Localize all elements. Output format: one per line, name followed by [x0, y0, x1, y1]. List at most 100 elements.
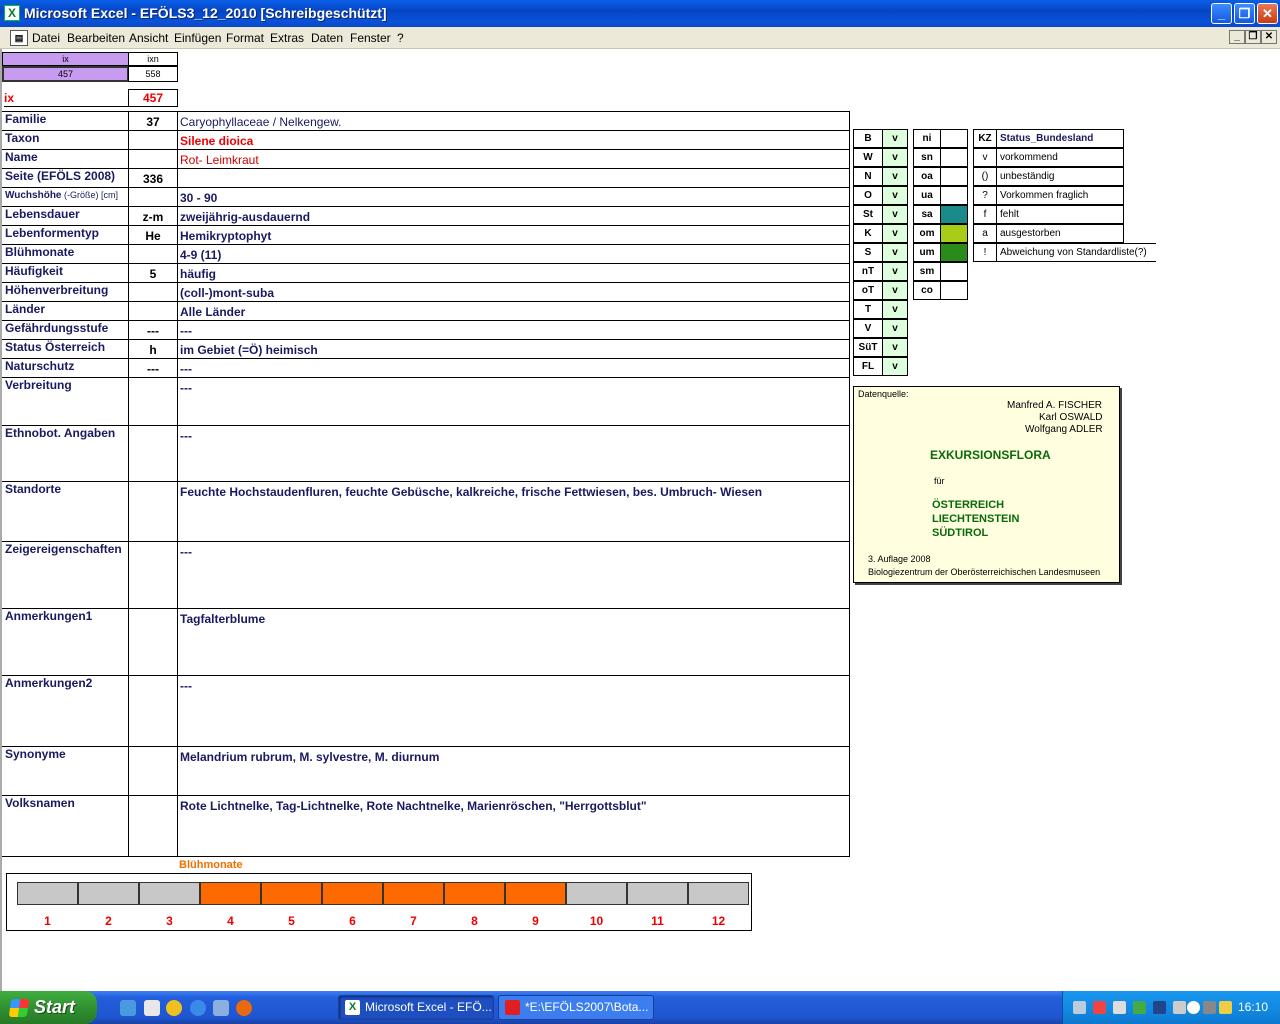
quicklaunch-ie-icon[interactable] — [190, 1000, 206, 1016]
quicklaunch-explorer-icon[interactable] — [144, 1000, 160, 1016]
row-label[interactable]: Zeigereigenschaften — [2, 541, 129, 609]
row-value[interactable] — [177, 168, 850, 188]
row-label[interactable]: Lebensdauer — [2, 206, 129, 226]
state-value[interactable]: v — [882, 186, 908, 205]
region-code[interactable]: ni — [913, 129, 941, 148]
region-swatch[interactable] — [940, 129, 968, 148]
region-swatch[interactable] — [940, 148, 968, 167]
row-label[interactable]: Synonyme — [2, 746, 129, 796]
region-code[interactable]: co — [913, 281, 941, 300]
region-code[interactable]: ua — [913, 186, 941, 205]
state-value[interactable]: v — [882, 205, 908, 224]
row-value[interactable]: Hemikryptophyt — [177, 225, 850, 245]
row-code[interactable] — [128, 301, 178, 321]
row-code[interactable]: z-m — [128, 206, 178, 226]
row-code[interactable] — [128, 481, 178, 542]
row-code[interactable]: h — [128, 339, 178, 359]
state-code[interactable]: B — [853, 129, 883, 148]
state-value[interactable]: v — [882, 148, 908, 167]
row-value[interactable]: --- — [177, 541, 850, 609]
state-value[interactable]: v — [882, 338, 908, 357]
usb-icon[interactable] — [1203, 1001, 1216, 1014]
menu-ansicht[interactable]: Ansicht — [129, 31, 168, 45]
region-swatch[interactable] — [940, 281, 968, 300]
updates-icon[interactable] — [1219, 1001, 1232, 1014]
row-code[interactable] — [128, 187, 178, 207]
row-value[interactable]: Silene dioica — [177, 130, 850, 150]
state-value[interactable]: v — [882, 281, 908, 300]
state-value[interactable]: v — [882, 243, 908, 262]
state-code[interactable]: S — [853, 243, 883, 262]
worksheet[interactable]: ix ixn 457 558 ix 457 Familie 37 Caryophyl… — [0, 49, 1280, 991]
region-swatch[interactable] — [940, 186, 968, 205]
start-button[interactable]: Start — [0, 991, 97, 1024]
shield-icon[interactable] — [1153, 1001, 1166, 1014]
state-code[interactable]: FL — [853, 357, 883, 376]
state-code[interactable]: SüT — [853, 338, 883, 357]
ix-value-cell[interactable]: 457 — [2, 66, 129, 82]
quicklaunch-desktop-icon[interactable] — [120, 1000, 136, 1016]
row-code[interactable]: --- — [128, 358, 178, 378]
state-value[interactable]: v — [882, 300, 908, 319]
row-label[interactable]: Seite (EFÖLS 2008) — [2, 168, 129, 188]
row-label[interactable]: Blühmonate — [2, 244, 129, 264]
row-label[interactable]: Anmerkungen1 — [2, 608, 129, 676]
row-label[interactable]: Gefährdungsstufe — [2, 320, 129, 340]
row-label[interactable]: Taxon — [2, 130, 129, 150]
row-value[interactable]: Feuchte Hochstaudenfluren, feuchte Gebüs… — [177, 481, 850, 542]
row-label[interactable]: Standorte — [2, 481, 129, 542]
row-code[interactable]: --- — [128, 320, 178, 340]
row-code[interactable] — [128, 130, 178, 150]
ix-big-value[interactable]: 457 — [128, 89, 178, 107]
row-value[interactable]: zweijährig-ausdauernd — [177, 206, 850, 226]
row-label[interactable]: Verbreitung — [2, 377, 129, 426]
row-label[interactable]: Naturschutz — [2, 358, 129, 378]
region-code[interactable]: sn — [913, 148, 941, 167]
volume-icon[interactable] — [1173, 1001, 1186, 1014]
region-swatch[interactable] — [940, 243, 968, 262]
state-value[interactable]: v — [882, 319, 908, 338]
region-swatch[interactable] — [940, 167, 968, 186]
quicklaunch-firefox-icon[interactable] — [236, 1000, 252, 1016]
state-value[interactable]: v — [882, 262, 908, 281]
row-label[interactable]: Häufigkeit — [2, 263, 129, 283]
region-code[interactable]: um — [913, 243, 941, 262]
state-code[interactable]: K — [853, 224, 883, 243]
state-value[interactable]: v — [882, 167, 908, 186]
row-label[interactable]: Status Österreich — [2, 339, 129, 359]
row-label[interactable]: Familie — [2, 111, 129, 131]
quicklaunch-media-icon[interactable] — [166, 1000, 182, 1016]
row-label[interactable]: Länder — [2, 301, 129, 321]
row-value[interactable]: Tagfalterblume — [177, 608, 850, 676]
region-swatch[interactable] — [940, 205, 968, 224]
state-code[interactable]: T — [853, 300, 883, 319]
excel-app-icon[interactable]: X — [4, 5, 20, 21]
state-code[interactable]: W — [853, 148, 883, 167]
row-value[interactable]: Melandrium rubrum, M. sylvestre, M. diur… — [177, 746, 850, 796]
menu-extras[interactable]: Extras — [270, 31, 304, 45]
row-label[interactable]: Höhenverbreitung — [2, 282, 129, 302]
region-code[interactable]: oa — [913, 167, 941, 186]
info-icon[interactable] — [1187, 1001, 1200, 1014]
security-icon[interactable] — [1093, 1001, 1106, 1014]
row-code[interactable]: He — [128, 225, 178, 245]
state-code[interactable]: St — [853, 205, 883, 224]
row-value[interactable]: --- — [177, 320, 850, 340]
close-button[interactable]: ✕ — [1257, 3, 1278, 24]
row-label[interactable]: Name — [2, 149, 129, 169]
row-code[interactable] — [128, 149, 178, 169]
row-value[interactable]: (coll-)mont-suba — [177, 282, 850, 302]
state-code[interactable]: N — [853, 167, 883, 186]
doc-close-button[interactable]: ✕ — [1261, 30, 1277, 44]
state-value[interactable]: v — [882, 129, 908, 148]
minimize-button[interactable]: _ — [1211, 3, 1232, 24]
row-label[interactable]: Wuchshöhe (-Größe) [cm] — [2, 187, 129, 207]
state-code[interactable]: oT — [853, 281, 883, 300]
region-code[interactable]: sm — [913, 262, 941, 281]
doc-restore-button[interactable]: ❐ — [1245, 30, 1261, 44]
search-icon[interactable] — [1113, 1001, 1126, 1014]
state-code[interactable]: V — [853, 319, 883, 338]
row-code[interactable]: 336 — [128, 168, 178, 188]
restore-button[interactable]: ❐ — [1234, 3, 1255, 24]
menu-help[interactable]: ? — [397, 31, 404, 45]
